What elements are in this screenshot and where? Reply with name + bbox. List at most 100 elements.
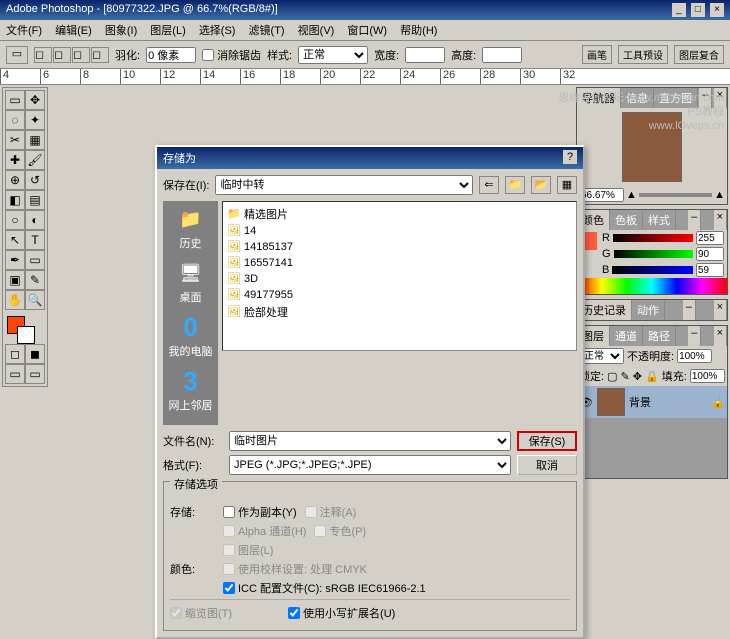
tab-info[interactable]: 信息 (621, 88, 654, 108)
savein-select[interactable]: 临时中转 (215, 175, 473, 195)
selection-mode-icons[interactable]: ◻◻◻◻ (34, 47, 109, 63)
navigator-preview[interactable] (622, 112, 682, 182)
icc-checkbox[interactable] (223, 582, 235, 594)
tab-history[interactable]: 历史记录 (577, 300, 632, 320)
panel-close-icon[interactable]: × (714, 300, 727, 320)
style-select[interactable]: 正常 (298, 46, 368, 64)
list-item[interactable]: 🖼16557141 (226, 255, 573, 271)
fill-input[interactable] (690, 369, 725, 383)
tab-navigator[interactable]: 导航器 (577, 88, 621, 108)
lasso-tool[interactable]: ◌ (5, 110, 25, 130)
format-select[interactable]: JPEG (*.JPG;*.JPEG;*.JPE) (229, 455, 511, 475)
menu-filter[interactable]: 滤镜(T) (249, 25, 285, 37)
minimize-icon[interactable]: _ (672, 3, 686, 17)
marquee-tool-icon[interactable]: ▭ (6, 46, 28, 64)
tab-histogram[interactable]: 直方图 (654, 88, 698, 108)
tab-actions[interactable]: 动作 (632, 300, 665, 320)
menu-layer[interactable]: 图层(L) (150, 25, 185, 37)
crop-tool[interactable]: ✂ (5, 130, 25, 150)
panel-minimize-icon[interactable]: – (688, 326, 701, 346)
menu-image[interactable]: 图象(I) (105, 25, 137, 37)
g-input[interactable] (696, 247, 724, 261)
back-icon[interactable]: ⇐ (479, 176, 499, 194)
save-button[interactable]: 保存(S) (517, 431, 577, 451)
lock-icons[interactable]: ▢ ✎ ✥ 🔒 (607, 370, 659, 383)
menu-edit[interactable]: 编辑(E) (55, 25, 92, 37)
marquee-tool[interactable]: ▭ (5, 90, 25, 110)
copy-checkbox[interactable] (223, 506, 235, 518)
shape-tool[interactable]: ▭ (25, 250, 45, 270)
menu-file[interactable]: 文件(F) (6, 25, 42, 37)
hand-tool[interactable]: ✋ (5, 290, 25, 310)
color-swatches[interactable] (5, 314, 45, 344)
close-icon[interactable]: × (710, 3, 724, 17)
place-desktop[interactable]: 🖥桌面 (167, 259, 214, 305)
tab-swatches[interactable]: 色板 (610, 210, 643, 230)
panel-close-icon[interactable]: × (714, 210, 727, 230)
dodge-tool[interactable]: ◐ (25, 210, 45, 230)
quickmask-on[interactable]: ◼ (25, 344, 45, 364)
zoom-input[interactable] (579, 188, 624, 202)
list-item[interactable]: 🖼49177955 (226, 287, 573, 303)
background-color[interactable] (17, 326, 35, 344)
b-input[interactable] (696, 263, 724, 277)
r-input[interactable] (696, 231, 724, 245)
file-list[interactable]: 📁精选图片 🖼14 🖼14185137 🖼16557141 🖼3D 🖼49177… (222, 201, 577, 351)
pen-tool[interactable]: ✒ (5, 250, 25, 270)
list-item[interactable]: 🖼3D (226, 271, 573, 287)
zoom-tool[interactable]: 🔍 (25, 290, 45, 310)
g-slider[interactable] (614, 250, 693, 258)
b-slider[interactable] (612, 266, 693, 274)
menu-help[interactable]: 帮助(H) (400, 25, 437, 37)
heal-tool[interactable]: ✚ (5, 150, 25, 170)
feather-input[interactable] (146, 47, 196, 63)
tab-layer-comps[interactable]: 图层复合 (674, 45, 724, 64)
place-network[interactable]: 3网上邻居 (167, 367, 214, 413)
opacity-input[interactable] (677, 349, 712, 363)
filename-input[interactable]: 临时图片 (229, 431, 511, 451)
cancel-button[interactable]: 取消 (517, 455, 577, 475)
list-item[interactable]: 📁精选图片 (226, 205, 573, 223)
zoom-slider[interactable] (639, 193, 712, 197)
color-spectrum[interactable] (577, 278, 727, 294)
newfolder-icon[interactable]: 📂 (531, 176, 551, 194)
dialog-help-icon[interactable]: ? (563, 150, 577, 164)
panel-minimize-icon[interactable]: – (683, 300, 696, 320)
antialias-checkbox[interactable] (202, 49, 214, 61)
width-input[interactable] (405, 47, 445, 63)
wand-tool[interactable]: ✦ (25, 110, 45, 130)
gradient-tool[interactable]: ▤ (25, 190, 45, 210)
list-item[interactable]: 🖼脸部处理 (226, 303, 573, 321)
menu-view[interactable]: 视图(V) (298, 25, 335, 37)
blur-tool[interactable]: ○ (5, 210, 25, 230)
blend-mode-select[interactable]: 正常 (579, 348, 624, 364)
quickmask-off[interactable]: ◻ (5, 344, 25, 364)
viewmode-icon[interactable]: ▦ (557, 176, 577, 194)
maximize-icon[interactable]: □ (691, 3, 705, 17)
menu-select[interactable]: 选择(S) (199, 25, 236, 37)
tab-styles[interactable]: 样式 (643, 210, 676, 230)
menu-window[interactable]: 窗口(W) (347, 25, 387, 37)
list-item[interactable]: 🖼14 (226, 223, 573, 239)
path-tool[interactable]: ↖ (5, 230, 25, 250)
eyedropper-tool[interactable]: ✎ (25, 270, 45, 290)
place-mycomputer[interactable]: 0我的电脑 (167, 313, 214, 359)
tab-tool-presets[interactable]: 工具预设 (618, 45, 668, 64)
list-item[interactable]: 🖼14185137 (226, 239, 573, 255)
type-tool[interactable]: T (25, 230, 45, 250)
panel-minimize-icon[interactable]: – (699, 88, 712, 108)
tab-channels[interactable]: 通道 (610, 326, 643, 346)
tab-brushes[interactable]: 画笔 (582, 45, 612, 64)
height-input[interactable] (482, 47, 522, 63)
tab-paths[interactable]: 路径 (643, 326, 676, 346)
screen-mode-2[interactable]: ▭ (25, 364, 45, 384)
history-brush[interactable]: ↺ (25, 170, 45, 190)
zoom-in-icon[interactable]: ▲ (714, 189, 725, 201)
r-slider[interactable] (613, 234, 693, 242)
panel-close-icon[interactable]: × (714, 88, 727, 108)
panel-close-icon[interactable]: × (714, 326, 727, 346)
screen-mode-1[interactable]: ▭ (5, 364, 25, 384)
panel-minimize-icon[interactable]: – (688, 210, 701, 230)
brush-tool[interactable]: 🖌 (25, 150, 45, 170)
notes-tool[interactable]: ▣ (5, 270, 25, 290)
